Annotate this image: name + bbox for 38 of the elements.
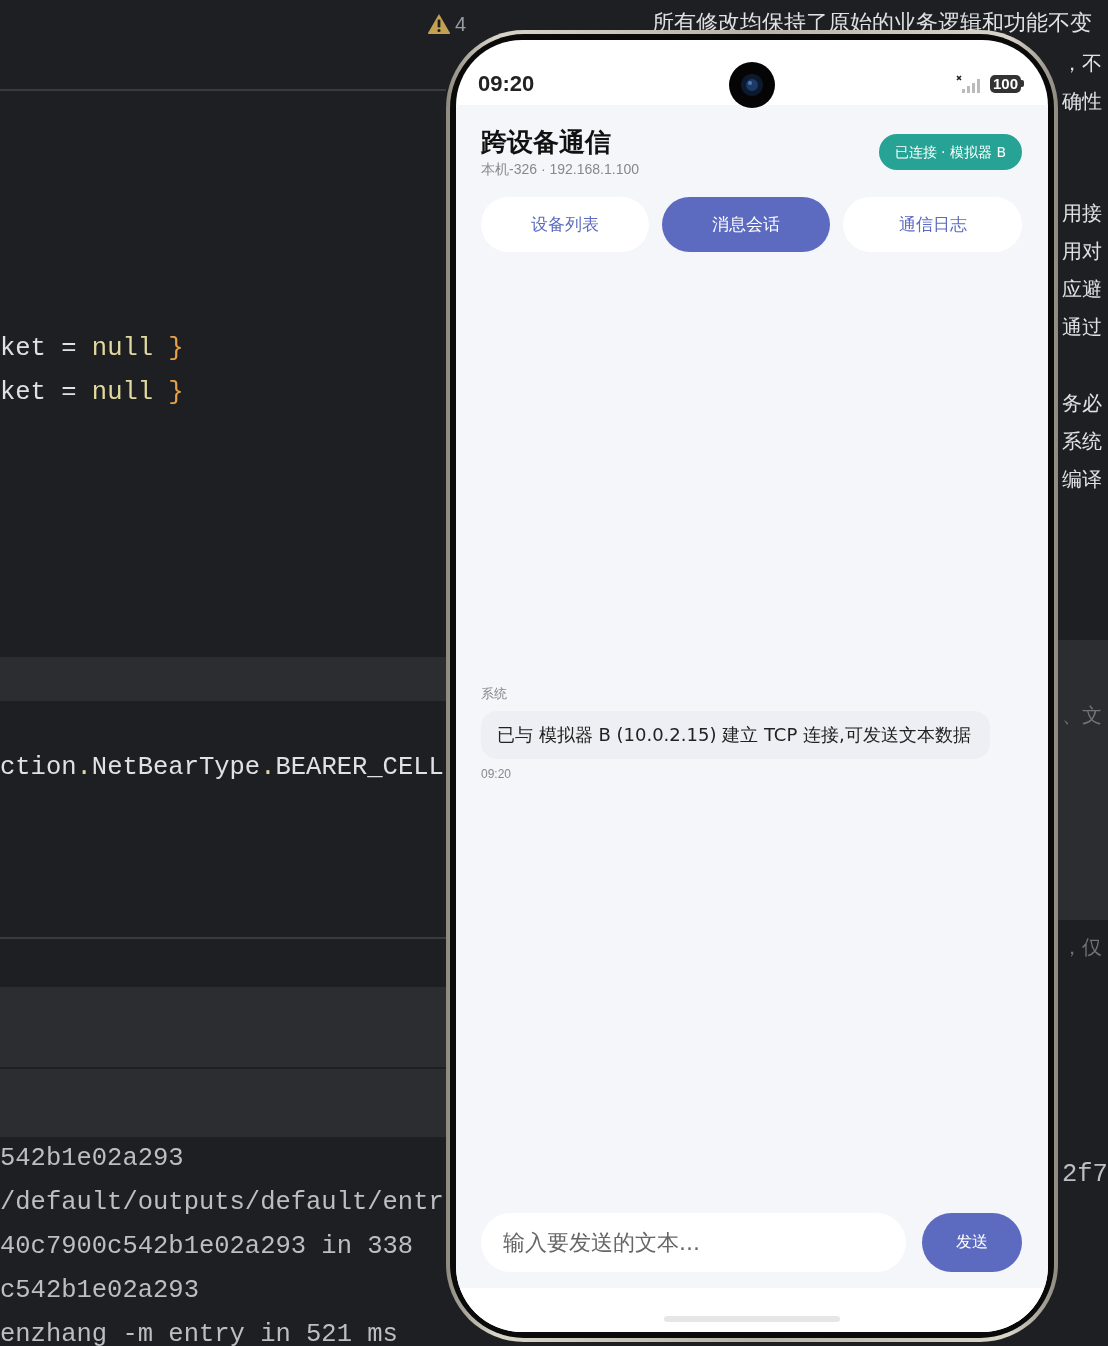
code-line: ket = null } <box>0 377 185 409</box>
message-bubble: 已与 模拟器 B (10.0.2.15) 建立 TCP 连接,可发送文本数据 <box>481 710 990 759</box>
code-line: ket = null } <box>0 333 185 365</box>
terminal-line: enzhang -m entry in 521 ms <box>0 1319 399 1346</box>
warning-count: 4 <box>455 12 467 36</box>
hint-text: 、文 <box>1062 702 1103 729</box>
camera-icon <box>729 62 775 108</box>
warning-icon <box>427 12 451 36</box>
text-line: 系统 <box>1062 428 1103 455</box>
tab[interactable]: 消息会话 <box>662 197 830 252</box>
text-line: 确性 <box>1062 88 1103 115</box>
code-line: ction.NetBearType.BEARER_CELL <box>0 752 445 784</box>
signal-icon <box>955 73 982 94</box>
text-line: ，不 <box>1062 50 1103 77</box>
terminal-line: 40c7900c542b1e02a293 in 338 <box>0 1231 415 1263</box>
status-badge: 已连接 · 模拟器 B <box>878 134 1022 170</box>
send-button[interactable]: 发送 <box>922 1213 1022 1272</box>
message-input[interactable]: 输入要发送的文本... <box>481 1213 906 1272</box>
text-line: 用对 <box>1062 238 1103 265</box>
terminal-line: c542b1e02a293 <box>0 1275 200 1307</box>
terminal-line: 2f7 <box>1062 1160 1108 1189</box>
status-time: 09:20 <box>478 69 535 97</box>
home-indicator[interactable] <box>664 1316 840 1322</box>
tab[interactable]: 设备列表 <box>481 197 649 252</box>
tab[interactable]: 通信日志 <box>843 197 1022 252</box>
text-line: 编译 <box>1062 466 1103 493</box>
battery-icon: 100 <box>989 74 1024 93</box>
text-line: 应避 <box>1062 276 1103 303</box>
text-line: 用接 <box>1062 200 1103 227</box>
terminal-line: /default/outputs/default/entr <box>0 1187 445 1219</box>
terminal-line: 542b1e02a293 <box>0 1143 185 1175</box>
text-line: 通过 <box>1062 314 1103 341</box>
message-time: 09:20 <box>481 766 513 781</box>
device-info: 本机-326 · 192.168.1.100 <box>481 161 639 179</box>
sender-name: 系统 <box>481 684 508 703</box>
app-title: 跨设备通信 <box>481 126 612 159</box>
text-line: 务必 <box>1062 390 1103 417</box>
hint-text: ，仅 <box>1062 934 1103 961</box>
